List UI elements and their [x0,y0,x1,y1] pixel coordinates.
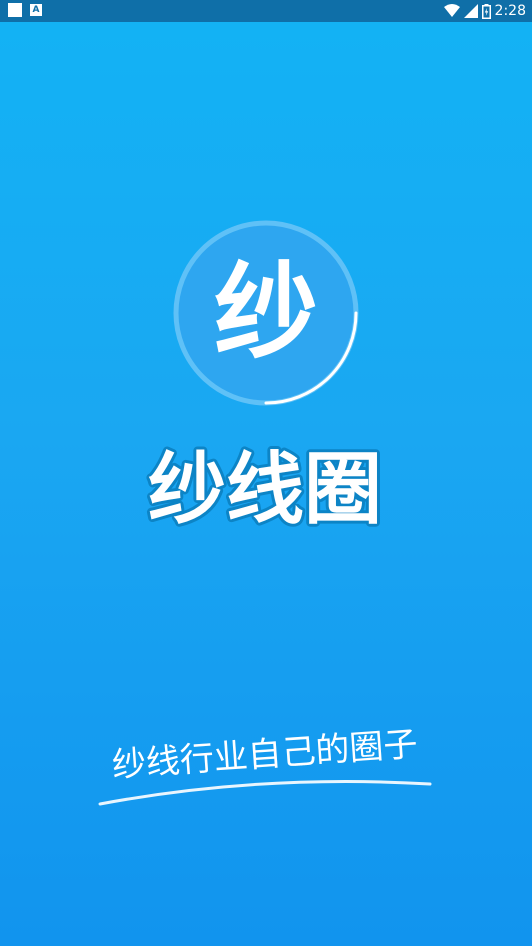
logo-circle-icon: 纱 [173,220,359,406]
notification-area: A [8,3,42,17]
app-logo: 纱 [173,220,359,406]
splash-screen: 纱 纱线圈 纱线行业自己的圈子 [0,22,532,946]
status-bar: A 2:28 [0,0,532,22]
app-name: 纱线圈 [120,428,410,548]
signal-icon [463,4,478,18]
a-letter-icon: A [30,4,42,16]
square-icon [8,3,22,17]
clock: 2:28 [494,3,526,19]
wifi-icon [443,4,460,17]
battery-icon [481,3,491,19]
slogan: 纱线行业自己的圈子 [90,704,440,814]
system-tray: 2:28 [443,2,526,20]
logo-glyph: 纱 [214,251,318,373]
slogan-underline [98,780,432,806]
app-name-text: 纱线圈 [148,445,382,535]
slogan-text: 纱线行业自己的圈子 [111,724,419,785]
